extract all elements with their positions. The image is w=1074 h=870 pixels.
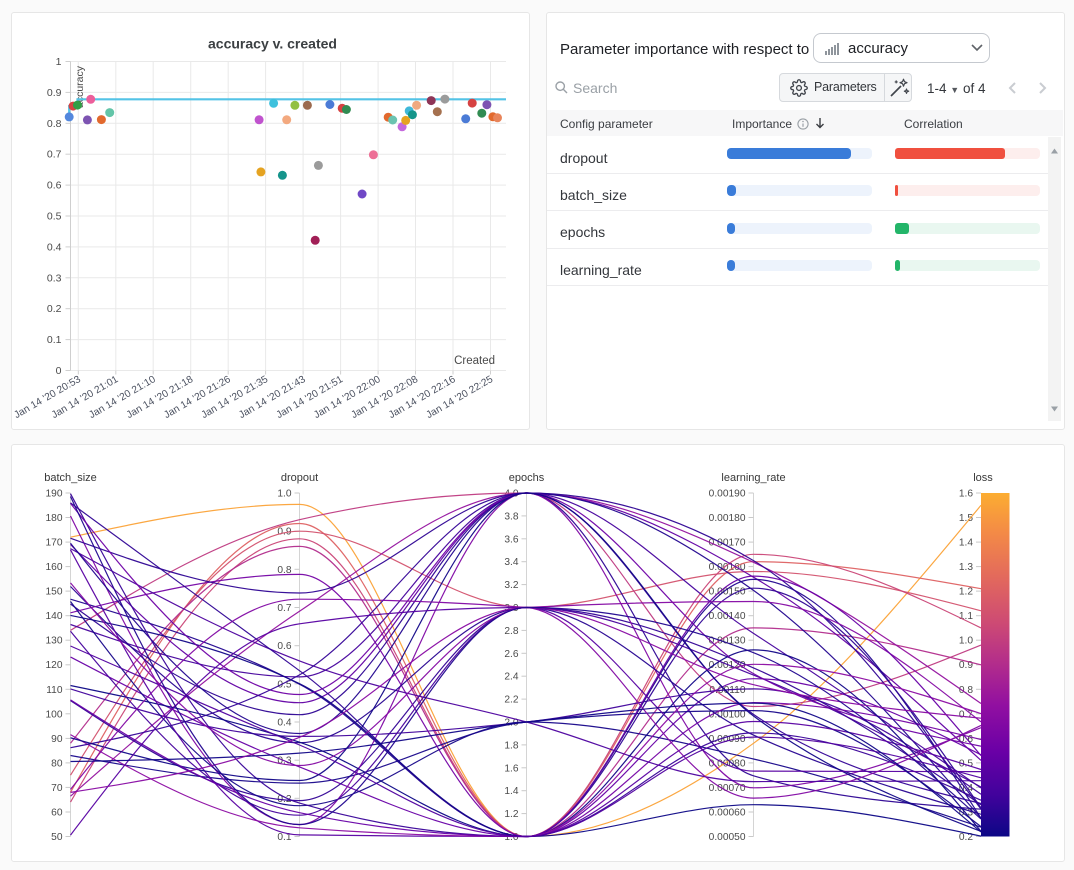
- svg-text:3.4: 3.4: [504, 557, 518, 568]
- svg-text:2.2: 2.2: [504, 695, 518, 706]
- svg-text:0.6: 0.6: [277, 641, 291, 652]
- svg-text:50: 50: [51, 832, 63, 843]
- svg-text:accuracy v. created: accuracy v. created: [208, 36, 337, 52]
- svg-text:0.5: 0.5: [47, 211, 62, 223]
- svg-text:Created: Created: [454, 355, 495, 367]
- svg-text:90: 90: [51, 734, 63, 745]
- svg-text:0.5: 0.5: [277, 679, 291, 690]
- svg-text:180: 180: [46, 513, 63, 524]
- svg-text:0.7: 0.7: [47, 149, 62, 161]
- svg-text:learning_rate: learning_rate: [721, 472, 785, 484]
- svg-text:1.4: 1.4: [504, 786, 518, 797]
- svg-text:1: 1: [56, 56, 62, 68]
- svg-text:0.00190: 0.00190: [709, 489, 746, 500]
- svg-text:80: 80: [51, 758, 63, 769]
- svg-text:130: 130: [46, 636, 63, 647]
- svg-text:1.4: 1.4: [959, 538, 973, 549]
- svg-text:0.8: 0.8: [959, 685, 973, 696]
- svg-text:0.5: 0.5: [959, 758, 973, 769]
- svg-text:1.0: 1.0: [959, 636, 973, 647]
- svg-text:0.6: 0.6: [47, 180, 62, 192]
- svg-text:0: 0: [56, 365, 62, 377]
- svg-text:2.6: 2.6: [504, 649, 518, 660]
- svg-text:0.1: 0.1: [47, 334, 62, 346]
- svg-text:epochs: epochs: [509, 472, 545, 484]
- svg-text:3.2: 3.2: [504, 580, 518, 591]
- svg-text:0.9: 0.9: [47, 87, 62, 99]
- svg-text:loss: loss: [973, 472, 993, 484]
- svg-text:1.2: 1.2: [504, 809, 518, 820]
- svg-text:150: 150: [46, 587, 63, 598]
- svg-text:0.00060: 0.00060: [709, 808, 746, 819]
- svg-text:1.2: 1.2: [959, 587, 973, 598]
- svg-text:2.4: 2.4: [504, 672, 518, 683]
- svg-text:Jan 14 '20 22:25: Jan 14 '20 22:25: [425, 374, 496, 421]
- svg-text:3.6: 3.6: [504, 534, 518, 545]
- svg-text:100: 100: [46, 709, 63, 720]
- svg-text:190: 190: [46, 489, 63, 500]
- svg-text:1.3: 1.3: [959, 562, 973, 573]
- svg-text:0.00150: 0.00150: [709, 587, 746, 598]
- svg-text:160: 160: [46, 562, 63, 573]
- svg-text:2.8: 2.8: [504, 626, 518, 637]
- svg-text:1.6: 1.6: [504, 763, 518, 774]
- svg-text:0.4: 0.4: [47, 241, 62, 253]
- svg-text:dropout: dropout: [281, 472, 318, 484]
- svg-text:60: 60: [51, 808, 63, 819]
- svg-text:0.00090: 0.00090: [709, 734, 746, 745]
- svg-text:0.00180: 0.00180: [709, 513, 746, 524]
- svg-text:3.8: 3.8: [504, 511, 518, 522]
- svg-text:1.8: 1.8: [504, 740, 518, 751]
- svg-text:140: 140: [46, 611, 63, 622]
- svg-text:1.0: 1.0: [277, 489, 291, 500]
- svg-text:0.8: 0.8: [47, 118, 62, 130]
- svg-text:1.6: 1.6: [959, 489, 973, 500]
- svg-text:0.2: 0.2: [47, 303, 62, 315]
- svg-text:0.00050: 0.00050: [709, 832, 746, 843]
- svg-text:170: 170: [46, 538, 63, 549]
- svg-text:120: 120: [46, 660, 63, 671]
- svg-text:110: 110: [46, 685, 63, 696]
- svg-text:batch_size: batch_size: [44, 472, 97, 484]
- svg-text:0.3: 0.3: [47, 272, 62, 284]
- svg-text:0.7: 0.7: [277, 603, 291, 614]
- svg-text:0.4: 0.4: [277, 718, 291, 729]
- svg-text:70: 70: [51, 783, 63, 794]
- svg-text:0.00140: 0.00140: [709, 611, 746, 622]
